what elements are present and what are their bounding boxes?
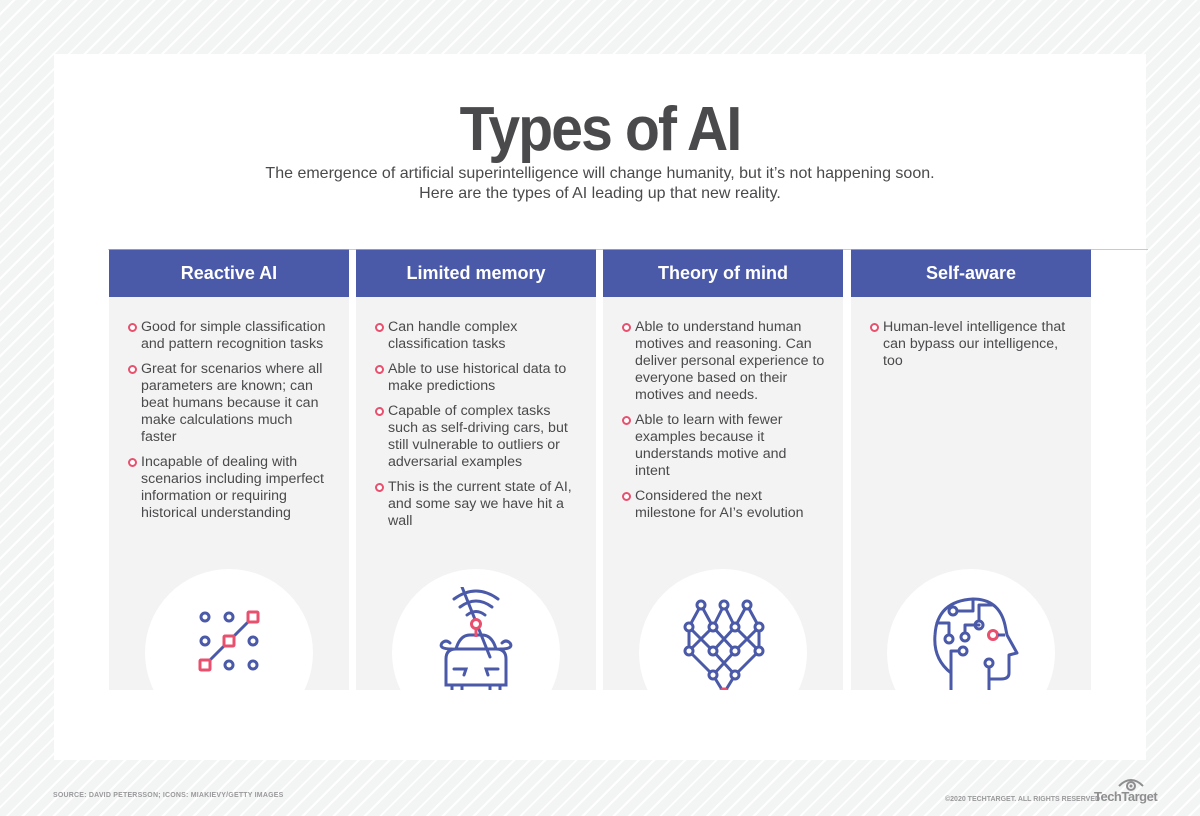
subtitle-line-1: The emergence of artificial superintelli… — [265, 165, 935, 182]
copyright: ©2020 TECHTARGET. ALL RIGHTS RESERVED — [945, 796, 1101, 803]
source-credit: SOURCE: DAVID PETERSSON; ICONS: MIAKIEVY… — [53, 792, 284, 799]
bullet-text: Great for scenarios where all parameters… — [141, 361, 323, 445]
subtitle-line-2: Here are the types of AI leading up that… — [419, 185, 781, 202]
bullet-item: Can handle complex classification tasks — [375, 319, 578, 353]
bullet-item: Human-level intelligence that can bypass… — [870, 319, 1073, 370]
bullet-dot-icon — [375, 365, 384, 374]
bullet-item: This is the current state of AI, and som… — [375, 479, 578, 530]
pattern-grid-icon — [198, 610, 260, 672]
column-body: Human-level intelligence that can bypass… — [851, 297, 1091, 690]
bullet-dot-icon — [375, 483, 384, 492]
bullet-list: Able to understand human motives and rea… — [603, 297, 843, 522]
bullet-dot-icon — [375, 407, 384, 416]
bullet-dot-icon — [622, 416, 631, 425]
bullet-list: Can handle complex classification tasks … — [356, 297, 596, 530]
bullet-list: Good for simple classification and patte… — [109, 297, 349, 522]
bullet-dot-icon — [375, 323, 384, 332]
column-body: Good for simple classification and patte… — [109, 297, 349, 690]
bullet-item: Able to learn with fewer examples becaus… — [622, 412, 825, 480]
bullet-list: Human-level intelligence that can bypass… — [851, 297, 1091, 370]
bullet-dot-icon — [870, 323, 879, 332]
bullet-text: This is the current state of AI, and som… — [388, 479, 572, 529]
bullet-text: Can handle complex classification tasks — [388, 319, 518, 352]
bullet-item: Capable of complex tasks such as self-dr… — [375, 403, 578, 471]
bullet-dot-icon — [128, 323, 137, 332]
bullet-text: Considered the next milestone for AI’s e… — [635, 488, 804, 521]
circuit-head-icon — [933, 597, 1019, 690]
column-title: Self-aware — [851, 249, 1091, 297]
bullet-dot-icon — [128, 365, 137, 374]
column-reactive-ai: Reactive AI Good for simple classificati… — [109, 249, 349, 690]
column-body: Can handle complex classification tasks … — [356, 297, 596, 690]
bullet-text: Able to learn with fewer examples becaus… — [635, 412, 787, 479]
bullet-item: Incapable of dealing with scenarios incl… — [128, 454, 331, 522]
bullet-item: Good for simple classification and patte… — [128, 319, 331, 353]
bullet-dot-icon — [622, 323, 631, 332]
column-title: Theory of mind — [603, 249, 843, 297]
column-body: Able to understand human motives and rea… — [603, 297, 843, 690]
bullet-item: Considered the next milestone for AI’s e… — [622, 488, 825, 522]
column-title: Limited memory — [356, 249, 596, 297]
column-limited-memory: Limited memory Can handle complex classi… — [356, 249, 596, 690]
bullet-text: Human-level intelligence that can bypass… — [883, 319, 1066, 369]
bullet-dot-icon — [622, 492, 631, 501]
bullet-text: Able to understand human motives and rea… — [635, 319, 825, 403]
subtitle: The emergence of artificial superintelli… — [54, 164, 1146, 204]
bullet-text: Capable of complex tasks such as self-dr… — [388, 403, 568, 470]
column-self-aware: Self-aware Human-level intelligence that… — [851, 249, 1091, 690]
bullet-text: Incapable of dealing with scenarios incl… — [141, 454, 324, 521]
infographic-card: Types of AI The emergence of artificial … — [54, 54, 1148, 760]
self-driving-car-icon — [439, 587, 513, 690]
neural-network-icon — [683, 599, 765, 690]
page-title: Types of AI — [459, 95, 743, 164]
bullet-item: Great for scenarios where all parameters… — [128, 361, 331, 446]
bullet-text: Able to use historical data to make pred… — [388, 361, 567, 394]
bullet-dot-icon — [128, 458, 137, 467]
bullet-text: Good for simple classification and patte… — [141, 319, 326, 352]
column-theory-of-mind: Theory of mind Able to understand human … — [603, 249, 843, 690]
techtarget-logo: TechTarget — [1094, 789, 1158, 804]
column-title: Reactive AI — [109, 249, 349, 297]
bullet-item: Able to understand human motives and rea… — [622, 319, 825, 404]
bullet-item: Able to use historical data to make pred… — [375, 361, 578, 395]
